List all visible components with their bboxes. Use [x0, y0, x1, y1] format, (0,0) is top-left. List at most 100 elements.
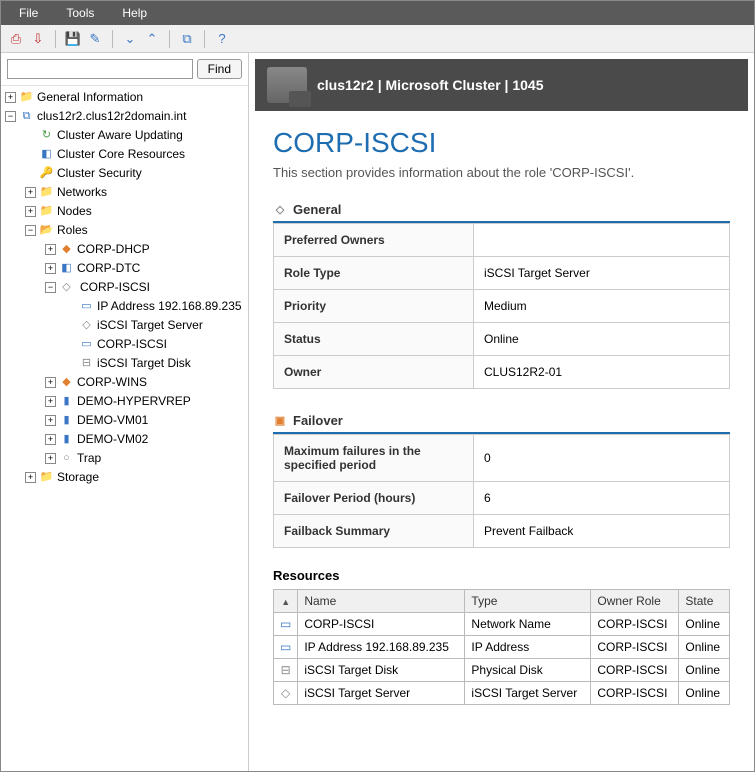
breadcrumb: clus12r2 | Microsoft Cluster | 1045: [317, 77, 543, 93]
tree-cs[interactable]: Cluster Security: [57, 164, 142, 183]
net-icon: ▭: [280, 617, 291, 631]
col-owner[interactable]: Owner Role: [591, 590, 679, 613]
nav-tree: +📁General Information −⧉clus12r2.clus12r…: [1, 86, 248, 771]
section-general: ◇ General: [273, 198, 730, 223]
vm-icon: ▮: [59, 394, 74, 409]
col-name[interactable]: Name: [298, 590, 465, 613]
collapse-icon[interactable]: −: [45, 282, 56, 293]
page-title: CORP-ISCSI: [273, 127, 730, 159]
vm-icon: ▮: [59, 413, 74, 428]
folder-icon: 📁: [39, 470, 54, 485]
edit-icon[interactable]: ✎: [86, 30, 104, 48]
table-row: Maximum failures in the specified period…: [274, 435, 730, 482]
table-row[interactable]: ◇iSCSI Target ServeriSCSI Target ServerC…: [274, 682, 730, 705]
folder-icon: 📁: [39, 204, 54, 219]
page-description: This section provides information about …: [273, 165, 730, 180]
net-icon: ▭: [79, 337, 94, 352]
tree-ci[interactable]: CORP-ISCSI: [97, 335, 167, 354]
find-button[interactable]: Find: [197, 59, 242, 79]
folder-open-icon: 📂: [39, 223, 54, 238]
folder-icon: 📁: [19, 90, 34, 105]
tree-iscsi[interactable]: CORP-ISCSI: [77, 278, 153, 297]
tree-storage[interactable]: Storage: [57, 468, 99, 487]
collapse-icon[interactable]: −: [5, 111, 16, 122]
expand-icon[interactable]: +: [25, 206, 36, 217]
disk-icon: ⊟: [79, 356, 94, 371]
chevron-down-icon[interactable]: ⌄: [121, 30, 139, 48]
copy-icon[interactable]: ⧉: [178, 30, 196, 48]
help-icon[interactable]: ?: [213, 30, 231, 48]
table-row: Preferred Owners: [274, 224, 730, 257]
security-icon: 🔑: [39, 166, 54, 181]
ip-icon: ▭: [280, 640, 291, 654]
collapse-icon[interactable]: −: [25, 225, 36, 236]
trap-icon: ○: [59, 451, 74, 466]
tree-itd[interactable]: iSCSI Target Disk: [97, 354, 191, 373]
section-failover: ▣ Failover: [273, 409, 730, 434]
tree-general-info[interactable]: General Information: [37, 88, 143, 107]
content-header: clus12r2 | Microsoft Cluster | 1045: [255, 59, 748, 111]
tree-dtc[interactable]: CORP-DTC: [77, 259, 140, 278]
role-icon: ◆: [59, 242, 74, 257]
find-bar: Find: [1, 53, 248, 86]
table-row: Failback SummaryPrevent Failback: [274, 515, 730, 548]
role-icon: ◇: [59, 280, 74, 295]
tree-dhcp[interactable]: CORP-DHCP: [77, 240, 150, 259]
cluster-header-icon: [267, 67, 307, 103]
general-table: Preferred Owners Role TypeiSCSI Target S…: [273, 223, 730, 389]
tree-cau[interactable]: Cluster Aware Updating: [57, 126, 183, 145]
tree-wins[interactable]: CORP-WINS: [77, 373, 147, 392]
menubar: File Tools Help: [1, 1, 754, 25]
tree-cluster[interactable]: clus12r2.clus12r2domain.int: [37, 107, 186, 126]
tree-hyperv[interactable]: DEMO-HYPERVREP: [77, 392, 191, 411]
col-type[interactable]: Type: [465, 590, 591, 613]
table-row[interactable]: ⊟iSCSI Target DiskPhysical DiskCORP-ISCS…: [274, 659, 730, 682]
table-row: StatusOnline: [274, 323, 730, 356]
failover-table: Maximum failures in the specified period…: [273, 434, 730, 548]
table-row[interactable]: ▭CORP-ISCSINetwork NameCORP-ISCSIOnline: [274, 613, 730, 636]
ip-icon: ▭: [79, 299, 94, 314]
col-state[interactable]: State: [679, 590, 730, 613]
menu-tools[interactable]: Tools: [52, 3, 108, 23]
section-resources: Resources: [273, 568, 730, 583]
menu-help[interactable]: Help: [108, 3, 161, 23]
table-row: Role TypeiSCSI Target Server: [274, 257, 730, 290]
tree-trap[interactable]: Trap: [77, 449, 101, 468]
update-icon: ↻: [39, 128, 54, 143]
expand-icon[interactable]: +: [45, 263, 56, 274]
table-row: OwnerCLUS12R2-01: [274, 356, 730, 389]
tree-vm2[interactable]: DEMO-VM02: [77, 430, 148, 449]
expand-icon[interactable]: +: [45, 244, 56, 255]
tree-ip[interactable]: IP Address 192.168.89.235: [97, 297, 242, 316]
menu-file[interactable]: File: [5, 3, 52, 23]
table-row: PriorityMedium: [274, 290, 730, 323]
tree-its[interactable]: iSCSI Target Server: [97, 316, 203, 335]
tree-networks[interactable]: Networks: [57, 183, 107, 202]
expand-icon[interactable]: +: [45, 434, 56, 445]
folder-icon: 📁: [39, 185, 54, 200]
expand-icon[interactable]: +: [25, 187, 36, 198]
vm-icon: ▮: [59, 432, 74, 447]
sort-icon[interactable]: ▲: [274, 590, 298, 613]
table-row: Failover Period (hours)6: [274, 482, 730, 515]
expand-icon[interactable]: +: [5, 92, 16, 103]
resources-table: ▲ Name Type Owner Role State ▭CORP-ISCSI…: [273, 589, 730, 705]
tree-vm1[interactable]: DEMO-VM01: [77, 411, 148, 430]
tree-ccr[interactable]: Cluster Core Resources: [57, 145, 185, 164]
general-icon: ◇: [273, 203, 287, 217]
tree-roles[interactable]: Roles: [57, 221, 88, 240]
tree-nodes[interactable]: Nodes: [57, 202, 92, 221]
right-pane: clus12r2 | Microsoft Cluster | 1045 CORP…: [249, 53, 754, 771]
export-icon[interactable]: ⇩: [29, 30, 47, 48]
toolbar: ⎙ ⇩ 💾 ✎ ⌄ ⌃ ⧉ ?: [1, 25, 754, 53]
table-row[interactable]: ▭IP Address 192.168.89.235IP AddressCORP…: [274, 636, 730, 659]
chevron-up-icon[interactable]: ⌃: [143, 30, 161, 48]
expand-icon[interactable]: +: [45, 453, 56, 464]
expand-icon[interactable]: +: [45, 415, 56, 426]
expand-icon[interactable]: +: [25, 472, 36, 483]
pdf-icon[interactable]: ⎙: [7, 30, 25, 48]
expand-icon[interactable]: +: [45, 377, 56, 388]
save-icon[interactable]: 💾: [64, 30, 82, 48]
search-input[interactable]: [7, 59, 193, 79]
expand-icon[interactable]: +: [45, 396, 56, 407]
